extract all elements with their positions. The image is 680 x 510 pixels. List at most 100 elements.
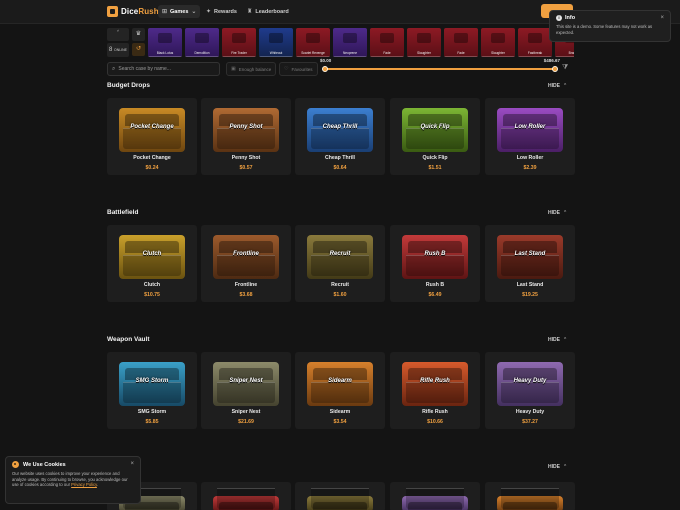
case-box-label: Cheap Thrill <box>322 124 358 130</box>
live-drop-item[interactable]: Whiteout <box>259 28 293 57</box>
live-drop-name: Black Lotus <box>156 51 174 55</box>
drops-filter: ♛ ↺ <box>132 28 145 57</box>
live-drop-item[interactable]: Fade <box>370 28 404 57</box>
live-drop-item[interactable]: Demolition <box>185 28 219 57</box>
weapon-skin-icon <box>380 33 394 43</box>
online-counter: ⚡ 8 ONLINE <box>107 28 129 57</box>
case-card[interactable]: Cheap Thrill Cheap Thrill $0.64 <box>295 98 385 175</box>
weapon-skin-icon <box>491 33 505 43</box>
case-price: $21.69 <box>238 419 254 425</box>
hide-section-button[interactable]: HIDE ⌃ <box>548 210 567 216</box>
info-toast: i Info This site is a demo. Some feature… <box>549 10 671 42</box>
live-drop-item[interactable]: Slaughter <box>407 28 441 57</box>
hide-section-button[interactable]: HIDE ⌃ <box>548 464 567 470</box>
case-box-image <box>213 108 279 152</box>
live-drop-item[interactable]: Fire Trader <box>222 28 256 57</box>
gift-icon: ✦ <box>206 9 212 15</box>
search-field[interactable]: ⌕ <box>107 62 220 76</box>
case-card[interactable]: Rifle Rush Rifle Rush $10.66 <box>390 352 480 429</box>
rarity-bar <box>222 56 256 57</box>
case-card[interactable]: Recruit Recruit $1.60 <box>295 225 385 302</box>
rarity-bar <box>555 56 574 57</box>
weapon-skin-icon <box>343 33 357 43</box>
case-box-image <box>402 108 468 152</box>
case-price: $1.60 <box>333 292 347 298</box>
enough-balance-label: Enough balance <box>238 66 272 72</box>
close-icon[interactable]: × <box>130 461 134 467</box>
case-card[interactable] <box>295 482 385 510</box>
live-drop-name: Fire Trader <box>231 51 247 55</box>
case-box-image <box>402 362 468 406</box>
price-range-slider[interactable]: $0.00 $486.67 <box>320 58 560 76</box>
case-card[interactable]: Penny Shot Penny Shot $0.57 <box>201 98 291 175</box>
case-box-image <box>119 362 185 406</box>
hide-section-button[interactable]: HIDE ⌃ <box>548 83 567 89</box>
nav-games[interactable]: ⊞ Games ⌄ <box>158 5 201 18</box>
case-box-label: Sidearm <box>328 378 352 384</box>
case-card[interactable]: Rush B Rush B $6.49 <box>390 225 480 302</box>
gamepad-icon: ⊞ <box>162 9 168 15</box>
case-card[interactable]: Pocket Change Pocket Change $0.24 <box>107 98 197 175</box>
live-drop-item[interactable]: Scarlet Revenge <box>296 28 330 57</box>
case-card[interactable]: Quick Flip Quick Flip $1.51 <box>390 98 480 175</box>
case-name: Pocket Change <box>133 155 171 161</box>
live-drop-item[interactable]: Black Lotus <box>148 28 182 57</box>
hide-section-button[interactable]: HIDE ⌃ <box>548 337 567 343</box>
case-box-label: Rush B <box>424 251 446 257</box>
case-price: $10.66 <box>427 419 443 425</box>
favourites-toggle[interactable]: ♡ Favourites <box>279 62 318 76</box>
range-min-handle[interactable] <box>322 66 328 72</box>
case-price: $3.68 <box>239 292 253 298</box>
live-drop-name: Slaughter <box>417 51 431 55</box>
case-card[interactable] <box>485 482 575 510</box>
case-box-image <box>307 362 373 406</box>
case-box-image <box>213 235 279 279</box>
range-max-handle[interactable] <box>552 66 558 72</box>
case-card[interactable]: Heavy Duty Heavy Duty $37.27 <box>485 352 575 429</box>
case-card[interactable]: Sidearm Sidearm $3.54 <box>295 352 385 429</box>
history-filter-icon[interactable]: ↺ <box>132 43 145 56</box>
live-drop-item[interactable]: Fastbreak <box>518 28 552 57</box>
case-card[interactable]: Low Roller Low Roller $2.39 <box>485 98 575 175</box>
search-icon: ⌕ <box>112 65 116 72</box>
filter-icon[interactable]: ⧩ <box>562 64 568 72</box>
case-card[interactable]: Frontline Frontline $3.68 <box>201 225 291 302</box>
case-card[interactable] <box>390 482 480 510</box>
live-drop-item[interactable]: Slaughter <box>481 28 515 57</box>
wallet-icon: ▣ <box>231 66 236 72</box>
live-drop-item[interactable]: Fade <box>444 28 478 57</box>
hide-label: HIDE <box>548 210 560 216</box>
case-box-label: Clutch <box>142 251 162 257</box>
case-card[interactable]: SMG Storm SMG Storm $5.85 <box>107 352 197 429</box>
case-card[interactable]: Clutch Clutch $10.75 <box>107 225 197 302</box>
case-box-image <box>213 488 279 510</box>
bolt-icon: ⚡ <box>107 28 129 41</box>
logo[interactable]: DiceRush <box>107 5 159 18</box>
range-track <box>324 68 556 70</box>
case-card[interactable]: Last Stand Last Stand $19.25 <box>485 225 575 302</box>
case-price: $10.75 <box>144 292 160 298</box>
case-price: $0.64 <box>333 165 347 171</box>
case-card[interactable] <box>201 482 291 510</box>
rarity-bar <box>518 56 552 57</box>
case-name: Recruit <box>331 282 349 288</box>
case-card[interactable]: Sniper Nest Sniper Nest $21.69 <box>201 352 291 429</box>
close-icon[interactable]: × <box>660 15 664 21</box>
crown-filter-icon[interactable]: ♛ <box>132 28 145 41</box>
case-name: Heavy Duty <box>515 409 545 415</box>
nav-leaderboard[interactable]: ♜ Leaderboard <box>243 5 293 18</box>
nav-rewards[interactable]: ✦ Rewards <box>202 5 241 18</box>
rarity-bar <box>259 56 293 57</box>
weapon-skin-icon <box>306 33 320 43</box>
privacy-policy-link[interactable]: Privacy Policy <box>71 482 97 487</box>
weapon-skin-icon <box>269 33 283 43</box>
search-input[interactable] <box>118 66 214 72</box>
live-drop-item[interactable]: Neoprene <box>333 28 367 57</box>
case-box-label: Recruit <box>329 251 351 257</box>
live-drop-name: Fastbreak <box>527 51 543 55</box>
case-price: $0.57 <box>239 165 253 171</box>
case-box-label: SMG Storm <box>135 378 169 384</box>
case-name: Sidearm <box>329 409 351 415</box>
info-icon: i <box>556 15 562 21</box>
enough-balance-toggle[interactable]: ▣ Enough balance <box>226 62 277 76</box>
